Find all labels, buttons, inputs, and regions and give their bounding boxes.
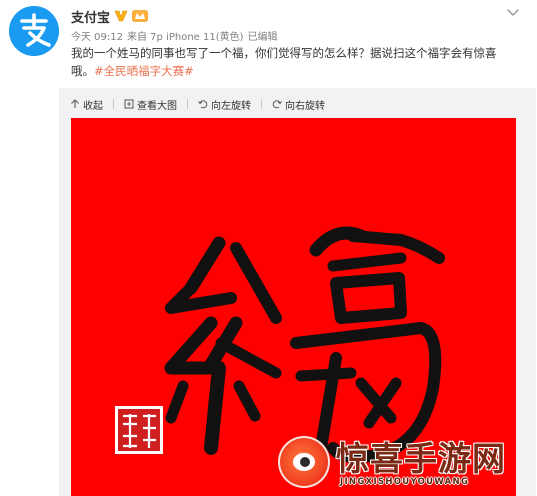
image-toolbar: 收起 查看大图 向左旋转 向右旋转: [70, 96, 325, 112]
divider: [261, 99, 262, 109]
watermark-subtitle: JINGXISHOUYOUWANG: [340, 477, 470, 487]
hashtag-link[interactable]: #全民晒福字大赛#: [94, 64, 194, 78]
rotate-left-label: 向左旋转: [211, 100, 251, 112]
eye-logo-icon: [278, 436, 330, 488]
alipay-logo-icon: [9, 6, 59, 56]
rotate-left-icon: [198, 100, 208, 109]
edited-label[interactable]: 已编辑: [248, 28, 278, 43]
view-large-label: 查看大图: [137, 100, 177, 112]
divider: [113, 99, 114, 109]
author-name[interactable]: 支付宝: [71, 7, 110, 26]
post-meta: 今天 09:12 来自 7p iPhone 11(黄色) 已编辑: [71, 28, 278, 43]
verified-v-icon: [114, 10, 128, 22]
seal-stamp: [115, 406, 163, 454]
collapse-button[interactable]: 收起: [70, 97, 103, 112]
view-large-button[interactable]: 查看大图: [124, 97, 177, 112]
rotate-right-label: 向右旋转: [285, 100, 325, 112]
eye-white: [293, 453, 315, 471]
author-row: 支付宝: [71, 7, 148, 26]
rotate-right-button[interactable]: 向右旋转: [272, 97, 325, 112]
rotate-right-icon: [272, 100, 282, 109]
post-time[interactable]: 今天 09:12: [71, 28, 123, 43]
divider: [187, 99, 188, 109]
zoom-icon: [124, 99, 134, 109]
collapse-label: 收起: [83, 100, 103, 112]
rotate-left-button[interactable]: 向左旋转: [198, 97, 251, 112]
level-badge-icon: [132, 10, 148, 22]
post-source: 来自 7p iPhone 11(黄色): [127, 32, 244, 43]
site-watermark: 惊喜手游网 JINGXISHOUYOUWANG: [278, 432, 534, 494]
post-text: 我的一个姓马的同事也写了一个福，你们觉得写的怎么样？据说扫这个福字会有惊喜哦。#…: [71, 44, 519, 80]
eye-pupil: [300, 457, 310, 467]
collapse-arrow-icon: [71, 99, 79, 108]
watermark-title: 惊喜手游网: [336, 439, 506, 478]
more-chevron-icon[interactable]: [503, 5, 523, 21]
weibo-post-card: 支付宝 今天 09:12 来自 7p iPhone 11(黄色) 已编辑 我的一…: [0, 0, 537, 496]
alipay-avatar[interactable]: [9, 6, 59, 56]
